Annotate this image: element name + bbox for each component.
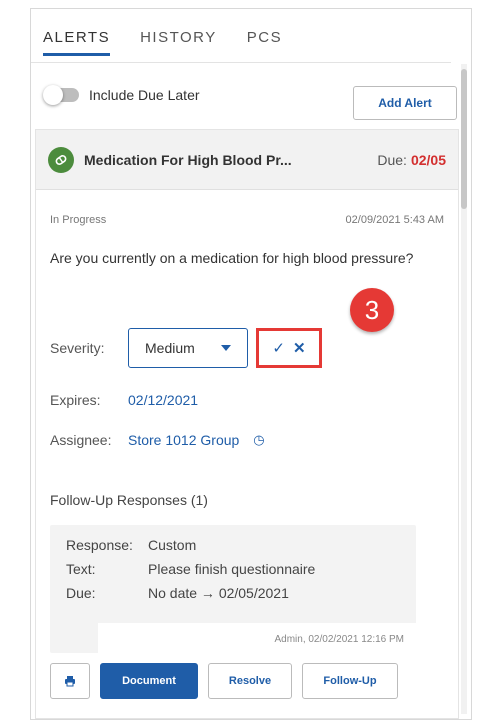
alert-card-header[interactable]: Medication For High Blood Pr... Due: 02/0… — [36, 130, 458, 190]
tab-pcs[interactable]: PCS — [247, 29, 282, 54]
response-key: Text: — [66, 561, 96, 577]
alert-question: Are you currently on a medication for hi… — [50, 250, 414, 266]
followup-response: Response: Custom Text: Please finish que… — [50, 525, 416, 653]
severity-confirm-group: ✓ ✕ — [256, 328, 322, 368]
expires-date[interactable]: 02/12/2021 — [128, 392, 198, 408]
history-icon[interactable]: ◷ — [253, 432, 264, 448]
status-timestamp: 02/09/2021 5:43 AM — [345, 214, 444, 226]
print-button[interactable] — [50, 663, 90, 699]
tab-history[interactable]: HISTORY — [140, 29, 217, 54]
document-button[interactable]: Document — [100, 663, 198, 699]
assignee-label: Assignee: — [50, 432, 112, 448]
response-row: Due: No date → 02/05/2021 — [66, 585, 416, 601]
response-value: Please finish questionnaire — [148, 561, 316, 577]
response-row: Response: Custom — [66, 537, 416, 553]
due-date: 02/05 — [410, 151, 446, 168]
annotation-badge: 3 — [350, 288, 394, 332]
alerts-panel: ALERTS HISTORY PCS Include Due Later Add… — [30, 8, 472, 720]
close-icon[interactable]: ✕ — [293, 339, 306, 357]
include-due-later-toggle[interactable] — [43, 85, 79, 105]
severity-value: Medium — [145, 340, 195, 356]
alert-title: Medication For High Blood Pr... — [84, 151, 292, 168]
due-label: Due: 02/05 — [377, 152, 446, 168]
followup-title: Follow-Up Responses (1) — [50, 492, 208, 508]
status-row: In Progress 02/09/2021 5:43 AM — [50, 214, 444, 226]
severity-row: Severity: Medium ✓ ✕ — [50, 328, 322, 368]
expires-label: Expires: — [50, 392, 101, 408]
response-key: Due: — [66, 585, 96, 601]
tab-bar: ALERTS HISTORY PCS — [43, 29, 282, 56]
due-label-text: Due: — [377, 151, 407, 168]
include-due-later-row: Include Due Later — [43, 85, 200, 105]
follow-up-button[interactable]: Follow-Up — [302, 663, 398, 699]
assignee-row: Assignee: Store 1012 Group ◷ — [50, 432, 265, 448]
caret-down-icon — [221, 345, 231, 351]
include-due-later-label: Include Due Later — [89, 87, 200, 103]
response-meta: Admin, 02/02/2021 12:16 PM — [274, 634, 404, 645]
scrollbar-thumb[interactable] — [461, 69, 467, 209]
check-icon[interactable]: ✓ — [272, 339, 285, 357]
severity-label: Severity: — [50, 340, 105, 356]
tab-divider — [31, 62, 451, 63]
pill-icon — [48, 146, 74, 173]
response-value: No date → 02/05/2021 — [148, 585, 289, 601]
response-row: Text: Please finish questionnaire — [66, 561, 416, 577]
severity-select[interactable]: Medium — [128, 328, 248, 368]
printer-icon — [65, 676, 75, 687]
expires-row: Expires: 02/12/2021 — [50, 392, 198, 408]
alert-actions: Document Resolve Follow-Up — [50, 663, 398, 699]
add-alert-button[interactable]: Add Alert — [353, 86, 457, 120]
response-value: Custom — [148, 537, 197, 553]
alert-card: Medication For High Blood Pr... Due: 02/0… — [35, 129, 459, 719]
tab-alerts[interactable]: ALERTS — [43, 29, 111, 56]
alert-card-body: In Progress 02/09/2021 5:43 AM Are you c… — [36, 214, 458, 269]
toggle-knob[interactable] — [43, 85, 63, 105]
assignee-link[interactable]: Store 1012 Group — [128, 432, 239, 448]
resolve-button[interactable]: Resolve — [208, 663, 292, 699]
status-text: In Progress — [50, 214, 107, 226]
response-key: Response: — [66, 537, 133, 553]
